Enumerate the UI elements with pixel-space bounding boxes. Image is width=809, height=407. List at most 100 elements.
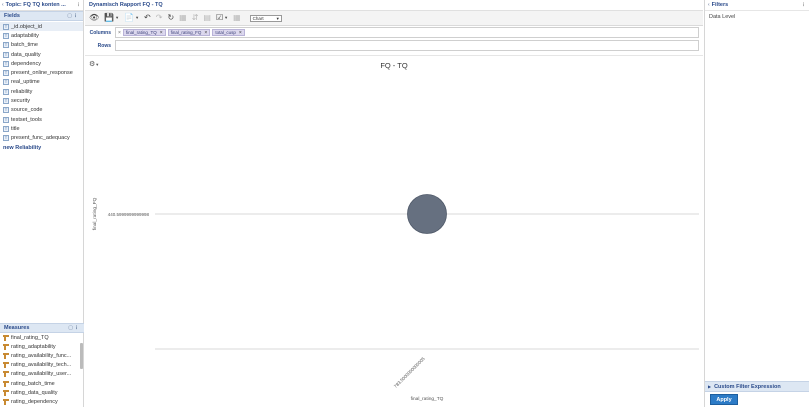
report-title-bar: Dynamisch Rapport FQ - TQ [85,0,703,11]
fields-list: T _id.object_id Tadaptability Tbatch_time Td… [0,21,83,152]
text-field-icon: T [3,23,9,30]
remove-icon[interactable]: × [204,30,207,36]
field-item[interactable]: Tadaptability [0,31,83,40]
measure-item[interactable]: rating_adaptability [0,342,84,351]
field-label: adaptability [11,32,39,39]
measure-label: rating_availability_tech... [11,362,72,369]
drill-icon[interactable]: ▦ [179,13,187,23]
panel-controls-icon[interactable]: ▢⋮ [68,325,80,331]
chart-area: FQ - TQ 440.5999999999998 783.500000000000… [85,55,703,407]
rows-drop-zone[interactable] [115,40,699,51]
grip-icon[interactable]: ⋮ [801,2,806,8]
measure-item[interactable]: rating_availability_user... [0,370,84,379]
redo-icon[interactable]: ↷ [156,13,163,23]
x-axis-title: final_rating_TQ [411,396,444,402]
expand-triangle-icon: ▶ [708,384,712,389]
custom-filter-expression-toggle[interactable]: ▶ Custom Filter Expression [705,381,809,392]
field-item[interactable]: Treliability [0,87,83,96]
text-field-icon: T [3,116,9,123]
filters-panel: ‹ Filters ⋮ Data Level ▶ Custom Filter E… [704,0,809,407]
column-pill-label: final_rating_TQ [125,30,157,35]
save-icon[interactable]: 💾 ▼ [104,13,119,23]
measures-header-label: Measures [4,325,30,331]
panel-controls-icon[interactable]: ▢⋮ [67,13,79,19]
measure-label: rating_availability_user... [11,371,72,378]
text-field-icon: T [3,125,9,132]
field-item[interactable]: Treal_uptime [0,78,83,87]
measure-item[interactable]: final_rating_TQ [0,333,84,342]
topic-bar[interactable]: ‹ Topic: FQ TQ konten ... ⋮ [0,0,83,11]
y-tick-label: 440.5999999999998 [108,212,150,217]
text-field-icon: T [3,32,9,39]
text-field-icon: T [3,98,9,105]
report-area: Dynamisch Rapport FQ - TQ 👁 💾 ▼ 📄 ▼ ↶ ↷ ↻ … [85,0,703,407]
scrollbar-thumb[interactable] [80,343,83,369]
measure-icon [3,334,9,341]
field-item[interactable]: Tsource_code [0,106,83,115]
measure-icon [3,371,9,378]
measure-icon [3,352,9,359]
column-pill[interactable]: final_rating_TQ × [122,29,166,36]
fields-header-label: Fields [4,13,20,19]
field-label: testset_tools [11,116,42,123]
field-label: title [11,125,20,132]
fields-header: Fields ▢⋮ [0,11,83,21]
swap-icon[interactable]: ⇵ [192,13,199,23]
field-item[interactable]: Tpresent_online_response [0,68,83,77]
toolbar: 👁 💾 ▼ 📄 ▼ ↶ ↷ ↻ ▦ ⇵ ▤ ☑ ▼ ▦ Chart ▼ [85,11,703,26]
measure-item[interactable]: rating_batch_time [0,379,84,388]
chevron-down-icon: ▼ [275,15,280,21]
chart-type-select[interactable]: Chart ▼ [249,14,282,22]
field-label: present_func_adequacy [11,135,70,142]
refresh-icon[interactable]: ↻ [167,13,174,23]
remove-icon[interactable]: × [239,30,242,36]
table-icon[interactable]: ▦ [233,13,241,23]
field-label: new Reliability [3,144,42,151]
text-field-icon: T [3,107,9,114]
left-panel: ‹ Topic: FQ TQ konten ... ⋮ Fields ▢⋮ T _… [0,0,84,407]
measure-label: rating_batch_time [11,380,55,387]
collapse-icon[interactable]: ‹ [708,2,710,8]
measure-item[interactable]: rating_availability_tech... [0,361,84,370]
measure-label: rating_adaptability [11,343,56,350]
field-item[interactable]: Ttitle [0,124,83,133]
text-field-icon: T [3,60,9,67]
column-pill[interactable]: final_rating_FQ × [167,29,211,36]
field-label: real_uptime [11,79,40,86]
filters-title: Filters [711,2,729,8]
column-pill-label: final_rating_FQ [170,30,202,35]
column-pill[interactable]: total_cusp × [212,29,245,36]
field-item[interactable]: new Reliability [0,143,83,152]
columns-clear-icon[interactable]: × [118,30,121,36]
field-item[interactable]: Tdependency [0,59,83,68]
field-label: dependency [11,60,41,67]
columns-drop-zone[interactable]: × final_rating_TQ × final_rating_FQ × total_… [115,27,699,38]
grip-icon[interactable]: ⋮ [76,2,81,8]
collapse-icon[interactable]: ‹ [2,2,4,8]
measure-label: final_rating_TQ [11,334,49,341]
field-item[interactable]: T _id.object_id [0,22,83,32]
apply-button[interactable]: Apply [710,394,738,405]
chart-options-icon[interactable]: ☑ ▼ [216,13,228,23]
measure-item[interactable]: rating_data_quality [0,388,84,397]
topic-title: Topic: FQ TQ konten ... [5,2,66,8]
field-item[interactable]: Tdata_quality [0,50,83,59]
text-field-icon: T [3,70,9,77]
filters-header: ‹ Filters ⋮ [705,0,809,11]
measure-item[interactable]: rating_dependency [0,397,84,406]
undo-icon[interactable]: ↶ [144,13,151,23]
field-label: reliability [11,88,33,95]
chart-settings-icon[interactable]: ⚙▼ [89,60,99,68]
grid-icon[interactable]: ▤ [203,13,211,23]
eye-icon[interactable]: 👁 [89,13,99,23]
measure-label: rating_data_quality [11,389,58,396]
field-item[interactable]: Tsecurity [0,96,83,105]
field-item[interactable]: Ttestset_tools [0,115,83,124]
remove-icon[interactable]: × [160,30,163,36]
text-field-icon: T [3,88,9,95]
export-icon[interactable]: 📄 ▼ [124,13,139,23]
field-item[interactable]: Tbatch_time [0,41,83,50]
field-item[interactable]: Tpresent_func_adequacy [0,134,83,143]
measure-item[interactable]: rating_availability_func... [0,351,84,360]
measures-header: Measures ▢⋮ [0,323,84,333]
